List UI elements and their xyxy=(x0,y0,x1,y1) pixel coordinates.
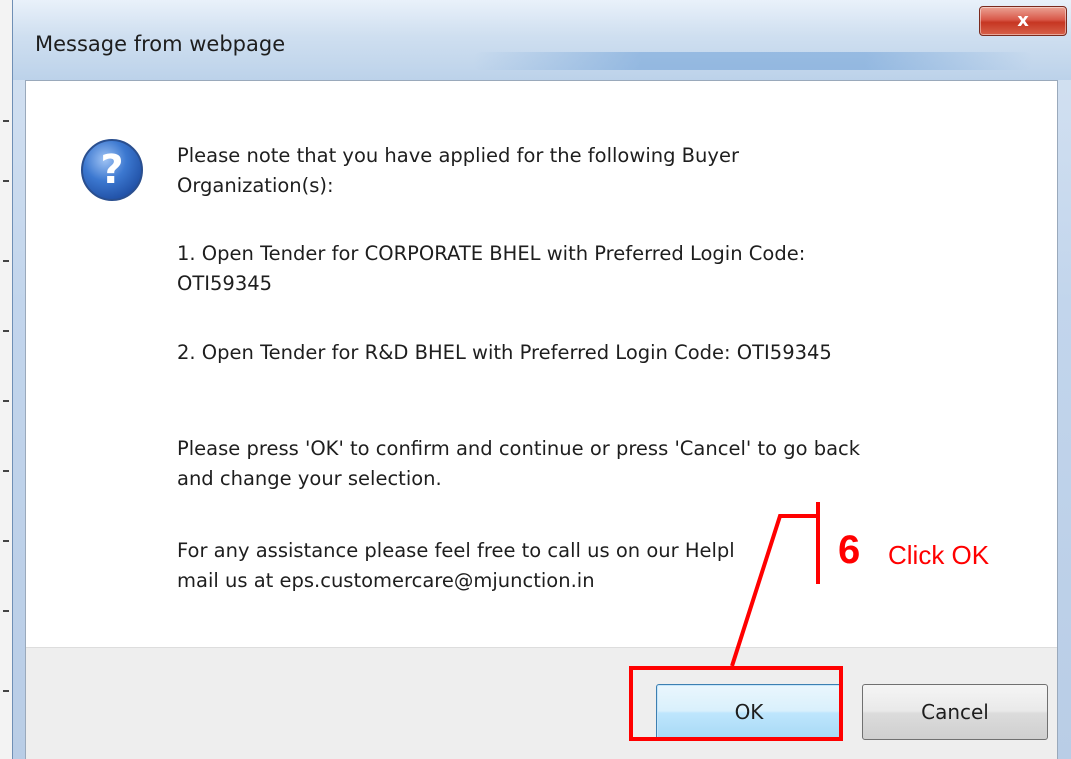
dialog-client-area: ? Please note that you have applied for … xyxy=(25,80,1058,759)
message-line: and change your selection. xyxy=(177,467,442,490)
message-line: Please press 'OK' to confirm and continu… xyxy=(177,437,861,460)
close-icon: x xyxy=(1017,10,1029,31)
message-line: 2. Open Tender for R&D BHEL with Preferr… xyxy=(177,341,832,364)
title-bar-glow xyxy=(473,52,1033,70)
close-button[interactable]: x xyxy=(979,6,1067,36)
message-dialog-window: Message from webpage x ? Please note tha… xyxy=(12,0,1071,759)
question-icon: ? xyxy=(81,139,143,201)
annotation-step-label: Click OK xyxy=(888,540,990,570)
window-title: Message from webpage xyxy=(35,32,286,56)
message-line: Organization(s): xyxy=(177,174,334,197)
annotation-highlight-box xyxy=(629,666,843,741)
message-line: Please note that you have applied for th… xyxy=(177,144,739,167)
title-bar[interactable]: Message from webpage x xyxy=(13,0,1071,80)
message-line: mail us at eps.customercare@mjunction.in xyxy=(177,569,595,592)
cancel-button[interactable]: Cancel xyxy=(862,684,1048,740)
message-line: 1. Open Tender for CORPORATE BHEL with P… xyxy=(177,242,806,265)
button-bar: OK Cancel xyxy=(26,647,1057,759)
annotation-step-number: 6 xyxy=(838,528,861,572)
message-line: For any assistance please feel free to c… xyxy=(177,539,735,562)
message-line: OTI59345 xyxy=(177,272,273,295)
screenshot: Message from webpage x ? Please note tha… xyxy=(0,0,1071,759)
